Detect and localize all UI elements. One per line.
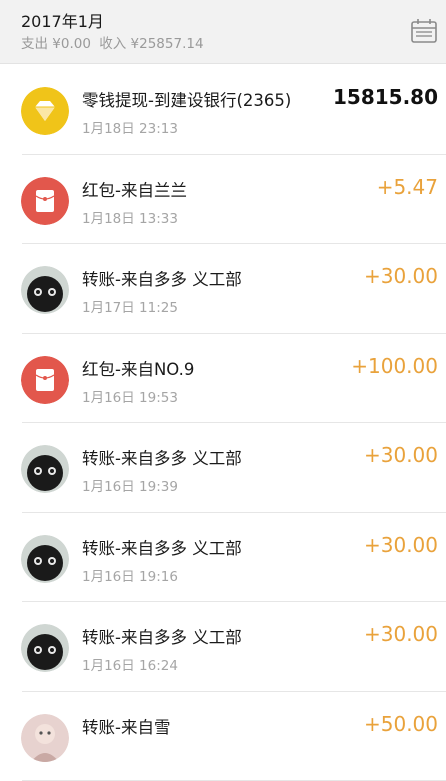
transaction-amount: +50.00 [364,712,438,736]
transaction-amount: +30.00 [364,533,438,557]
user-avatar-icon [21,445,69,493]
transaction-title: 红包-来自兰兰 [82,177,187,201]
transaction-amount: +5.47 [377,175,438,199]
expense-total: 支出 ¥0.00 [21,36,91,52]
transaction-title: 转账-来自多多 义工部 [82,266,242,290]
diamond-icon [21,87,69,135]
red-packet-icon [21,356,69,404]
transaction-amount: +30.00 [364,622,438,646]
transaction-row[interactable]: 转账-来自多多 义工部 1月16日 16:24 +30.00 [0,602,446,692]
transaction-list: 零钱提现-到建设银行(2365) 1月18日 23:13 15815.80 红包… [0,65,446,781]
transaction-row[interactable]: 转账-来自多多 义工部 1月17日 11:25 +30.00 [0,244,446,334]
transaction-time: 1月16日 19:39 [82,475,178,495]
user-avatar-icon [21,266,69,314]
transaction-row[interactable]: 转账-来自多多 义工部 1月16日 19:16 +30.00 [0,513,446,603]
transaction-title: 转账-来自雪 [82,714,170,738]
transaction-amount: +30.00 [364,443,438,467]
month-header: 2017年1月 支出 ¥0.00 收入 ¥25857.14 [0,0,446,64]
transaction-amount: 15815.80 [333,85,438,109]
user-avatar-icon [21,624,69,672]
transaction-time: 1月16日 16:24 [82,654,178,674]
transaction-row[interactable]: 零钱提现-到建设银行(2365) 1月18日 23:13 15815.80 [0,65,446,155]
transaction-title: 转账-来自多多 义工部 [82,624,242,648]
transaction-time: 1月16日 19:16 [82,565,178,585]
calendar-icon[interactable] [410,17,438,45]
month-summary: 支出 ¥0.00 收入 ¥25857.14 [21,32,208,52]
transaction-time: 1月18日 13:33 [82,207,178,227]
user-avatar-icon [21,535,69,583]
transaction-amount: +100.00 [351,354,438,378]
transaction-time: 1月17日 11:25 [82,296,178,316]
transaction-amount: +30.00 [364,264,438,288]
transaction-row[interactable]: 转账-来自雪 +50.00 [0,692,446,781]
transaction-time: 1月16日 19:53 [82,386,178,406]
transaction-title: 转账-来自多多 义工部 [82,535,242,559]
transaction-row[interactable]: 红包-来自NO.9 1月16日 19:53 +100.00 [0,334,446,424]
transaction-title: 零钱提现-到建设银行(2365) [82,87,291,111]
income-total: 收入 ¥25857.14 [99,36,203,52]
transaction-time: 1月18日 23:13 [82,117,178,137]
month-label[interactable]: 2017年1月 [21,8,104,32]
transaction-row[interactable]: 转账-来自多多 义工部 1月16日 19:39 +30.00 [0,423,446,513]
transaction-row[interactable]: 红包-来自兰兰 1月18日 13:33 +5.47 [0,155,446,245]
red-packet-icon [21,177,69,225]
transaction-title: 红包-来自NO.9 [82,356,194,380]
transaction-title: 转账-来自多多 义工部 [82,445,242,469]
